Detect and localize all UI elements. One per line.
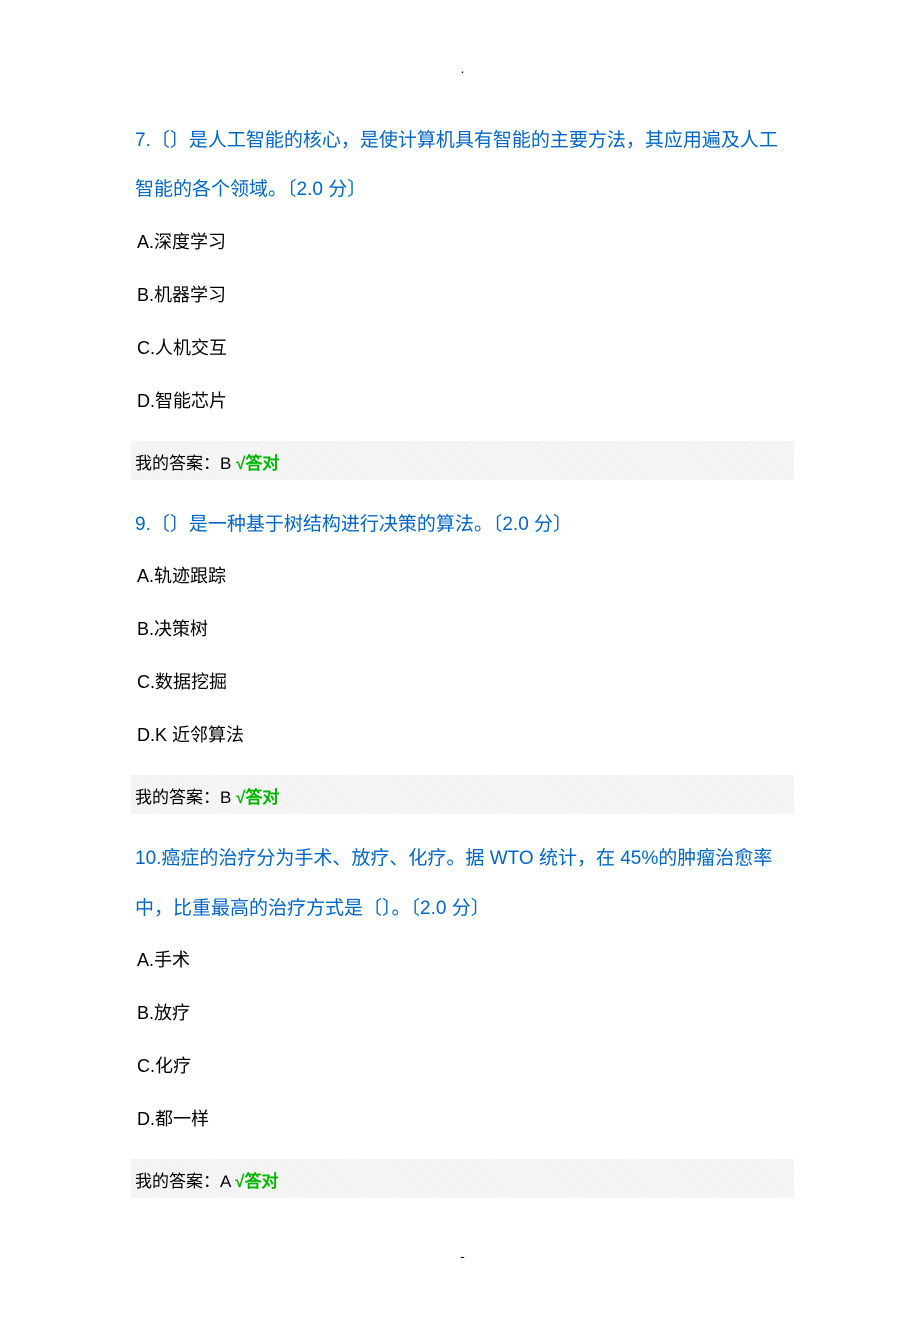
question-number: 10.: [135, 848, 161, 869]
question-text: 10.癌症的治疗分为手术、放疗、化疗。据 WTO 统计，在 45%的肿瘤治愈率中…: [135, 834, 790, 933]
option-a: A.轨迹跟踪: [137, 563, 790, 590]
question-number: 7.: [135, 130, 151, 151]
top-marker: .: [135, 60, 790, 76]
answer-row: 我的答案：B √答对: [131, 441, 794, 480]
option-b: B.决策树: [137, 616, 790, 643]
question-text: 7.〔〕是人工智能的核心，是使计算机具有智能的主要方法，其应用遍及人工智能的各个…: [135, 116, 790, 215]
option-a: A.手术: [137, 947, 790, 974]
option-d: D.智能芯片: [137, 388, 790, 415]
option-c: C.人机交互: [137, 335, 790, 362]
question-block: 7.〔〕是人工智能的核心，是使计算机具有智能的主要方法，其应用遍及人工智能的各个…: [135, 116, 790, 480]
option-b: B.放疗: [137, 1000, 790, 1027]
answer-row: 我的答案：B √答对: [131, 775, 794, 814]
question-text: 9.〔〕是一种基于树结构进行决策的算法。〔2.0 分〕: [135, 500, 790, 549]
answer-correct: √答对: [236, 788, 279, 807]
option-a: A.深度学习: [137, 229, 790, 256]
bottom-marker: -: [135, 1248, 790, 1264]
option-c: C.化疗: [137, 1053, 790, 1080]
my-answer-label: 我的答案：A: [135, 1172, 235, 1191]
option-b: B.机器学习: [137, 282, 790, 309]
option-d: D.都一样: [137, 1106, 790, 1133]
page-container: . 7.〔〕是人工智能的核心，是使计算机具有智能的主要方法，其应用遍及人工智能的…: [0, 0, 920, 1324]
question-number: 9.: [135, 514, 151, 535]
answer-row: 我的答案：A √答对: [131, 1159, 794, 1198]
answer-correct: √答对: [236, 454, 279, 473]
my-answer-label: 我的答案：B: [135, 788, 236, 807]
question-body: 〔〕是人工智能的核心，是使计算机具有智能的主要方法，其应用遍及人工智能的各个领域…: [135, 130, 778, 200]
question-body: 〔〕是一种基于树结构进行决策的算法。〔2.0 分〕: [151, 514, 572, 535]
question-block: 10.癌症的治疗分为手术、放疗、化疗。据 WTO 统计，在 45%的肿瘤治愈率中…: [135, 834, 790, 1198]
question-block: 9.〔〕是一种基于树结构进行决策的算法。〔2.0 分〕 A.轨迹跟踪 B.决策树…: [135, 500, 790, 814]
option-c: C.数据挖掘: [137, 669, 790, 696]
question-body: 癌症的治疗分为手术、放疗、化疗。据 WTO 统计，在 45%的肿瘤治愈率中，比重…: [135, 848, 772, 918]
answer-correct: √答对: [235, 1172, 278, 1191]
option-d: D.K 近邻算法: [137, 722, 790, 749]
my-answer-label: 我的答案：B: [135, 454, 236, 473]
